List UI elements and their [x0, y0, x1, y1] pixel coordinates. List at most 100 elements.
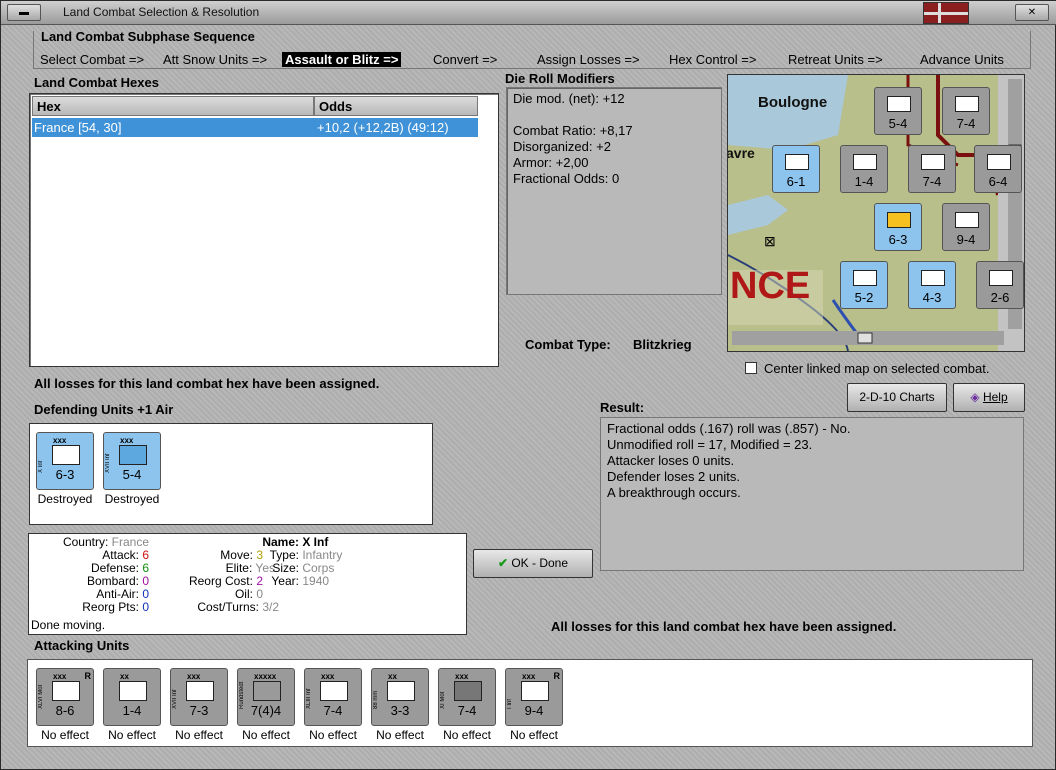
info-left-col: Country: France Attack: 6 Defense: 6 Bom… — [62, 535, 149, 614]
attacker-counter[interactable]: xxx XI Mot 7-4 — [438, 668, 496, 726]
map-counter[interactable]: 5-4 — [874, 87, 922, 135]
combat-type-label: Combat Type: — [525, 337, 611, 352]
attacker-status: No effect — [376, 728, 424, 742]
attacker-status: No effect — [443, 728, 491, 742]
defender-counter[interactable]: xxx XVII Inf 5-4 — [103, 432, 161, 490]
info-right-col: Name: X Inf Type: Infantry Size: Corps Y… — [262, 535, 343, 588]
map-counter[interactable]: 9-4 — [942, 203, 990, 251]
phase-sequence-title: Land Combat Subphase Sequence — [41, 29, 255, 44]
map-counter[interactable]: 4-3 — [908, 261, 956, 309]
attacker-status: No effect — [175, 728, 223, 742]
losses-assigned-message: All losses for this land combat hex have… — [34, 376, 380, 391]
map-counter[interactable]: 6-1 — [772, 145, 820, 193]
result-line: Attacker loses 0 units. — [607, 453, 735, 468]
combat-hexes-label: Land Combat Hexes — [34, 75, 159, 90]
germany-flag-icon — [923, 2, 969, 24]
result-line: Fractional odds (.167) roll was (.857) -… — [607, 421, 851, 436]
map-label-boulogne: Boulogne — [758, 94, 828, 111]
attacker-status: No effect — [309, 728, 357, 742]
drm-line: Combat Ratio: +8,17 — [513, 123, 633, 138]
defender-status: Destroyed — [37, 492, 93, 506]
drm-panel: Die mod. (net): +12 Combat Ratio: +8,17 … — [506, 87, 722, 295]
defender-counter[interactable]: xxx X Inf 6-3 — [36, 432, 94, 490]
attacker-counter[interactable]: xxx I Inf R 9-4 — [505, 668, 563, 726]
infantry-symbol-icon — [119, 445, 147, 465]
infantry-symbol-icon — [521, 681, 549, 701]
phase-step-convert: Convert => — [433, 52, 498, 67]
help-button-label: Help — [982, 390, 1008, 404]
attacker-status: No effect — [108, 728, 156, 742]
attacker-counter[interactable]: xx 88 mm 3-3 — [371, 668, 429, 726]
charts-button[interactable]: 2-D-10 Charts — [847, 383, 947, 412]
motorized-symbol-icon — [52, 681, 80, 701]
attacker-status: No effect — [41, 728, 89, 742]
drm-line: Fractional Odds: 0 — [513, 171, 620, 186]
map-counter[interactable]: 1-4 — [840, 145, 888, 193]
defending-units-panel: xxx X Inf 6-3 Destroyed xxx XVII Inf 5-4… — [29, 423, 433, 525]
unit-info-panel: Country: France Attack: 6 Defense: 6 Bom… — [28, 533, 467, 635]
map-counter[interactable]: 5-2 — [840, 261, 888, 309]
phase-step-assign-losses: Assign Losses => — [537, 52, 640, 67]
drm-line: Disorganized: +2 — [513, 139, 611, 154]
attacker-status: No effect — [510, 728, 558, 742]
hex-cell: France [54, 30] — [34, 120, 122, 135]
attacking-units-panel: xxx XLVI Mot R 8-6 No effect xx 1-4 No effec… — [27, 659, 1033, 747]
map-counter[interactable]: 6-3 — [874, 203, 922, 251]
map-counter[interactable]: 6-4 — [974, 145, 1022, 193]
result-panel: Fractional odds (.167) roll was (.857) -… — [600, 417, 1024, 571]
help-book-icon: ◈ — [970, 390, 980, 404]
artillery-symbol-icon — [387, 681, 415, 701]
map-counter[interactable]: 7-4 — [942, 87, 990, 135]
map-label-france: NCE — [730, 265, 811, 307]
checkmark-icon: ✔ — [497, 556, 508, 570]
infantry-symbol-icon — [52, 445, 80, 465]
close-icon[interactable]: ✕ — [1015, 4, 1049, 21]
infantry-symbol-icon — [119, 681, 147, 701]
drm-line: Armor: +2,00 — [513, 155, 589, 170]
motorized-symbol-icon — [454, 681, 482, 701]
infantry-symbol-icon — [186, 681, 214, 701]
drm-line: Die mod. (net): +12 — [513, 91, 625, 106]
attacker-counter[interactable]: xxx XLIII Inf 7-4 — [304, 668, 362, 726]
center-map-label: Center linked map on selected combat. — [764, 361, 990, 376]
result-label: Result: — [600, 400, 645, 415]
phase-step-retreat: Retreat Units => — [788, 52, 883, 67]
map-label-havre: avre — [727, 145, 755, 161]
combat-type-value: Blitzkrieg — [633, 337, 692, 352]
phase-step-hex-control: Hex Control => — [669, 52, 757, 67]
column-header-hex[interactable]: Hex — [32, 96, 314, 116]
ok-done-button[interactable]: ✔ OK - Done — [473, 549, 593, 578]
attacker-counter[interactable]: xxx XLVI Mot R 8-6 — [36, 668, 94, 726]
result-line: Unmodified roll = 17, Modified = 23. — [607, 437, 813, 452]
title-bar[interactable]: ▬ Land Combat Selection & Resolution ✕ — [1, 1, 1056, 25]
attacker-counter[interactable]: xxx XVII Inf 7-3 — [170, 668, 228, 726]
window-title: Land Combat Selection & Resolution — [63, 5, 260, 19]
ok-done-label: OK - Done — [511, 556, 569, 570]
dialog-window: ▬ Land Combat Selection & Resolution ✕ L… — [0, 0, 1056, 770]
done-moving-text: Done moving. — [31, 618, 106, 632]
map-counter[interactable]: 7-4 — [908, 145, 956, 193]
table-row[interactable]: France [54, 30] +10,2 (+12,2B) (49:12) — [32, 118, 478, 137]
defender-status: Destroyed — [104, 492, 160, 506]
phase-step-assault-blitz: Assault or Blitz => — [282, 52, 402, 67]
attacker-status: No effect — [242, 728, 290, 742]
attacker-counter[interactable]: xx 1-4 — [103, 668, 161, 726]
phase-step-advance: Advance Units — [920, 52, 1004, 67]
drm-spacer — [513, 107, 715, 123]
odds-cell: +10,2 (+12,2B) (49:12) — [317, 120, 449, 135]
result-line: Defender loses 2 units. — [607, 469, 740, 484]
drm-label: Die Roll Modifiers — [505, 71, 615, 86]
fortress-icon: ⊠ — [764, 233, 776, 249]
help-button[interactable]: ◈ Help — [953, 383, 1025, 412]
system-menu-button[interactable]: ▬ — [7, 4, 41, 21]
linked-map[interactable]: Boulogne avre NCE ⊠ 5-4 7-4 6-1 1-4 7-4 … — [727, 74, 1025, 352]
center-map-checkbox[interactable] — [745, 362, 757, 374]
combat-hexes-table[interactable]: Hex Odds France [54, 30] +10,2 (+12,2B) … — [29, 93, 499, 367]
column-header-odds[interactable]: Odds — [314, 96, 478, 116]
infantry-symbol-icon — [320, 681, 348, 701]
map-counter[interactable]: 2-6 — [976, 261, 1024, 309]
result-line: A breakthrough occurs. — [607, 485, 741, 500]
attacker-counter[interactable]: xxxxx Rundstedt 7(4)4 — [237, 668, 295, 726]
defending-units-label: Defending Units +1 Air — [34, 402, 174, 417]
losses-assigned-message-2: All losses for this land combat hex have… — [551, 619, 897, 634]
